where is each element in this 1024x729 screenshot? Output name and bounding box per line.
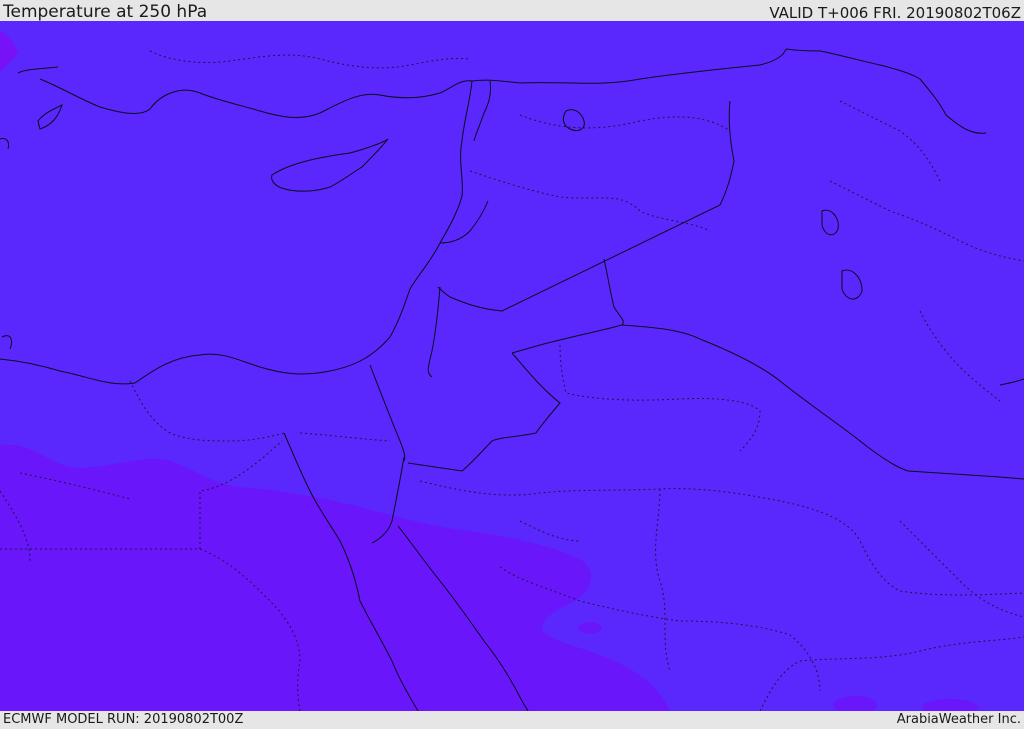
warm-spot [578, 622, 602, 634]
temperature-map [0, 21, 1024, 711]
model-run: ECMWF MODEL RUN: 20190802T00Z [3, 712, 244, 727]
warm-spot [68, 502, 82, 508]
valid-time: VALID T+006 FRI. 20190802T06Z [769, 4, 1021, 22]
credit-text: ArabiaWeather Inc. [896, 712, 1021, 727]
map-title: Temperature at 250 hPa [3, 2, 208, 22]
